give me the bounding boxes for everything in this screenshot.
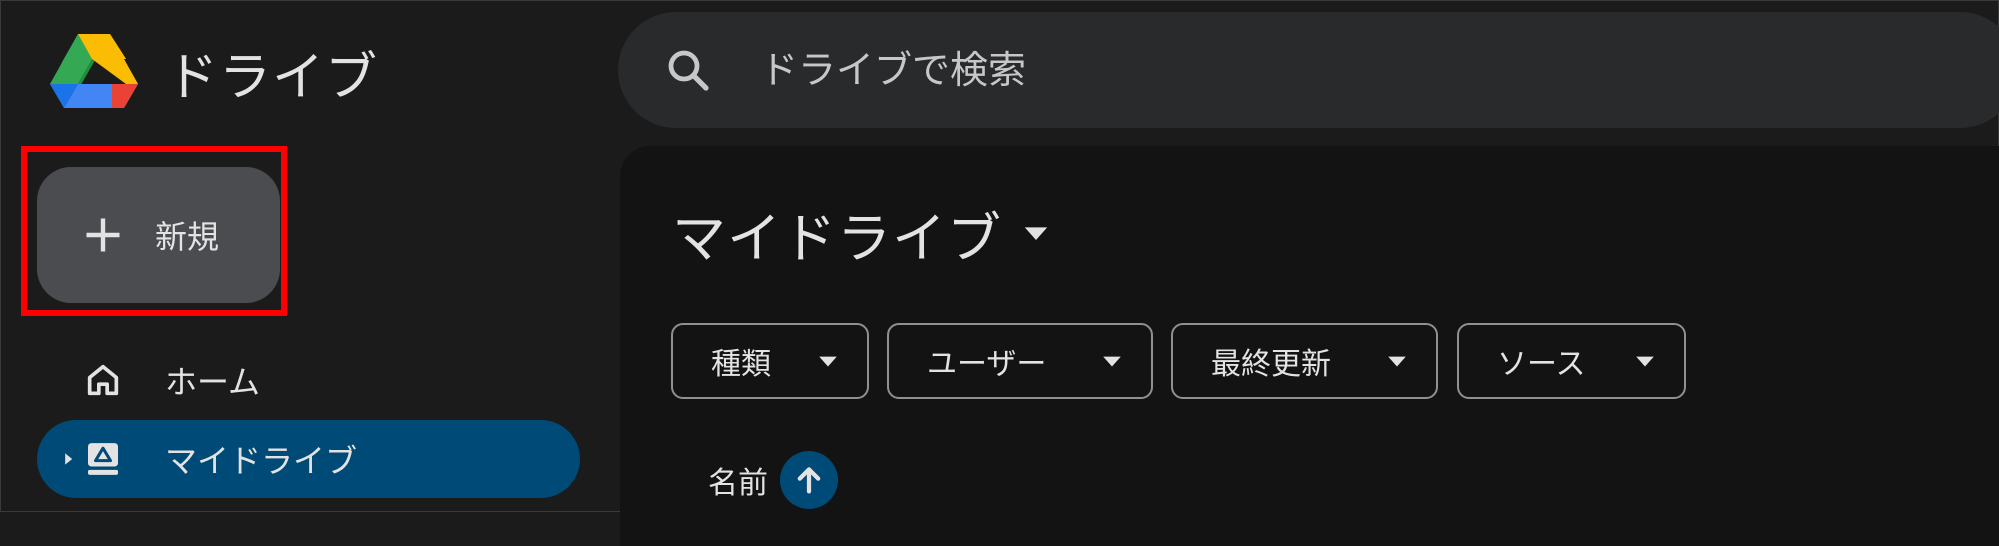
page-title: マイドライブ [672,206,1002,270]
dropdown-arrow-icon [1024,227,1048,240]
filter-chip-label: 最終更新 [1211,347,1331,382]
filter-chip-label: 種類 [711,347,771,382]
my-drive-icon [88,443,118,475]
filter-chip-label: ユーザー [927,347,1047,382]
nav-item-my-drive[interactable]: マイドライブ [37,420,580,498]
column-header-label: 名前 [708,466,768,501]
nav-item-label: ホーム [165,363,261,401]
filter-chip-type[interactable]: 種類 [671,323,869,399]
search-bar[interactable] [618,12,1999,128]
new-button-label: 新規 [155,218,220,256]
dropdown-arrow-icon [1103,356,1121,367]
page-title-dropdown[interactable]: マイドライブ [672,198,1050,270]
filter-chip-label: ソース [1497,347,1586,382]
dropdown-arrow-icon [819,356,837,367]
column-header-name[interactable]: 名前 [708,450,838,510]
nav-item-home[interactable]: ホーム [37,341,580,419]
search-input[interactable] [758,47,1662,93]
app-name: ドライブ [166,47,379,108]
filter-chip-last-modified[interactable]: 最終更新 [1171,323,1438,399]
filter-chip-user[interactable]: ユーザー [887,323,1153,399]
dropdown-arrow-icon [1636,356,1654,367]
plus-icon [86,218,120,252]
app-brand[interactable]: ドライブ [48,30,378,114]
dropdown-arrow-icon [1388,356,1406,367]
home-icon [87,364,119,396]
sort-direction-button[interactable] [780,451,838,509]
google-drive-logo-icon [50,34,138,108]
arrow-up-icon [797,467,821,494]
filter-chip-source[interactable]: ソース [1457,323,1686,399]
new-button[interactable]: 新規 [37,167,280,303]
nav-item-label: マイドライブ [165,442,358,480]
expand-caret-icon[interactable] [61,452,75,466]
search-icon[interactable] [664,46,712,94]
